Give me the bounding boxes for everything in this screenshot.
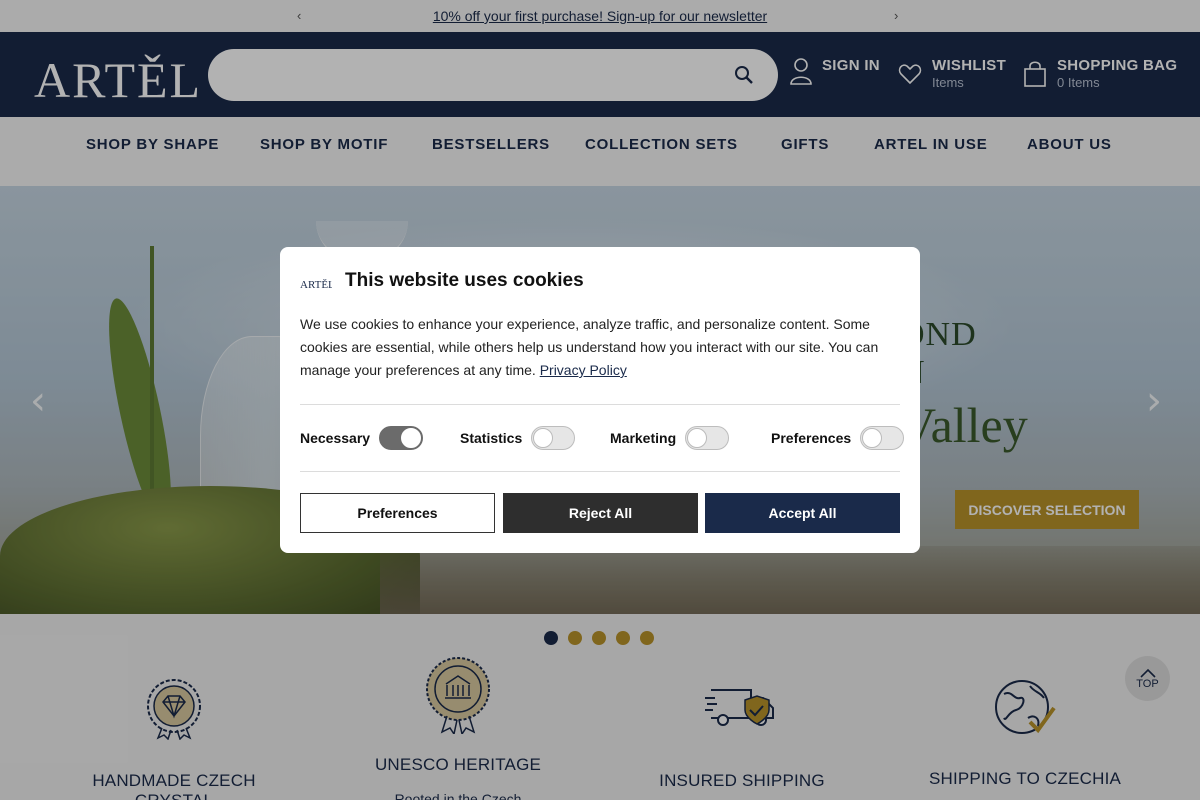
- cookie-preferences-button[interactable]: Preferences: [300, 493, 495, 533]
- necessary-switch[interactable]: [379, 426, 424, 450]
- marketing-switch[interactable]: [685, 426, 730, 450]
- switch-knob: [533, 428, 554, 448]
- privacy-policy-link[interactable]: Privacy Policy: [540, 362, 627, 378]
- cookie-dialog-body: We use cookies to enhance your experienc…: [300, 313, 900, 382]
- divider: [300, 471, 900, 472]
- preferences-switch[interactable]: [860, 426, 905, 450]
- cookie-consent-dialog: ARTĚL This website uses cookies We use c…: [280, 247, 920, 553]
- cookie-accept-all-button[interactable]: Accept All: [705, 493, 900, 533]
- switch-knob: [862, 428, 883, 448]
- cookie-reject-all-button[interactable]: Reject All: [503, 493, 698, 533]
- cookie-toggles: Necessary Statistics Marketing Preferenc…: [300, 425, 905, 451]
- toggle-preferences: Preferences: [771, 425, 905, 451]
- toggle-label: Marketing: [610, 430, 677, 446]
- toggle-marketing: Marketing: [610, 425, 730, 451]
- toggle-necessary: Necessary: [300, 425, 424, 451]
- toggle-label: Statistics: [460, 430, 523, 446]
- cookie-logo-text: ARTĚL: [300, 279, 332, 290]
- switch-knob: [401, 428, 422, 448]
- toggle-statistics: Statistics: [460, 425, 576, 451]
- divider: [300, 404, 900, 405]
- toggle-label: Preferences: [771, 430, 852, 446]
- switch-knob: [687, 428, 708, 448]
- toggle-label: Necessary: [300, 430, 371, 446]
- cookie-dialog-logo: ARTĚL: [300, 279, 332, 290]
- cookie-dialog-title: This website uses cookies: [345, 270, 584, 291]
- statistics-switch[interactable]: [531, 426, 576, 450]
